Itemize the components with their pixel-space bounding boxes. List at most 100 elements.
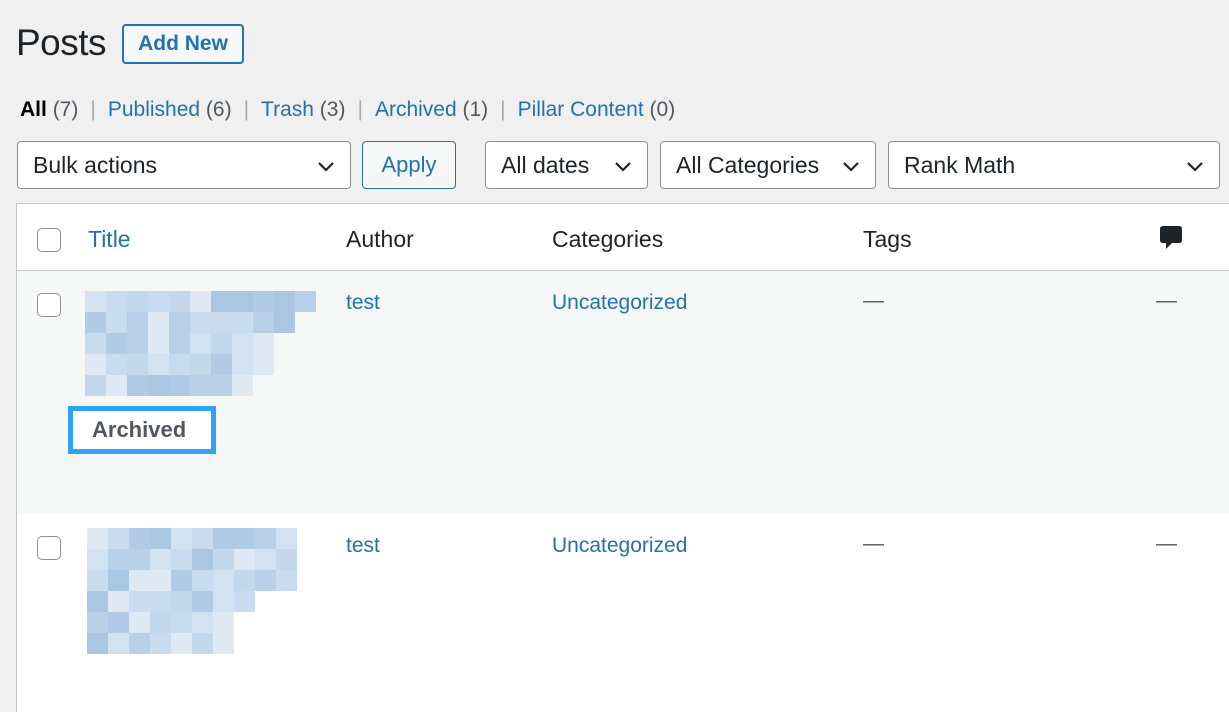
redaction-pixel xyxy=(253,354,274,375)
redaction-pixel xyxy=(129,591,150,612)
view-published-link[interactable]: Published xyxy=(108,98,200,121)
view-all-link[interactable]: All xyxy=(20,98,47,121)
redaction-pixel xyxy=(129,633,150,654)
redaction-pixel xyxy=(192,612,213,633)
chevron-down-icon xyxy=(318,162,334,172)
dates-filter-value: All dates xyxy=(501,151,590,178)
redaction-pixel xyxy=(150,570,171,591)
redaction-pixel xyxy=(171,591,192,612)
comment-bubble-icon[interactable] xyxy=(1159,225,1183,251)
redaction-pixel xyxy=(190,312,211,333)
redaction-pixel xyxy=(87,612,108,633)
chevron-down-icon xyxy=(843,162,859,172)
redaction-pixel xyxy=(108,612,129,633)
bulk-actions-select[interactable]: Bulk actions xyxy=(17,141,351,189)
redaction-pixel xyxy=(171,528,192,549)
categories-filter-select[interactable]: All Categories xyxy=(660,141,876,189)
view-trash-link[interactable]: Trash xyxy=(261,98,314,121)
author-link[interactable]: test xyxy=(346,291,380,315)
redaction-pixel xyxy=(255,591,276,612)
redaction-pixel xyxy=(211,375,232,396)
select-all-checkbox[interactable] xyxy=(37,228,61,252)
redaction-pixel xyxy=(129,549,150,570)
redaction-pixel xyxy=(234,591,255,612)
author-link[interactable]: test xyxy=(346,534,380,558)
column-author: Author xyxy=(346,226,414,252)
redaction-pixel xyxy=(87,549,108,570)
tags-value: — xyxy=(863,289,884,312)
posts-table: Title Author Categories Tags Archived te… xyxy=(16,203,1229,712)
table-row: test Uncategorized — — xyxy=(17,514,1229,712)
redaction-pixel xyxy=(171,633,192,654)
redaction-pixel xyxy=(106,354,127,375)
redaction-pixel xyxy=(211,291,232,312)
redaction-pixel xyxy=(106,291,127,312)
redaction-pixel xyxy=(169,375,190,396)
view-published-count: (6) xyxy=(205,98,232,121)
redaction-pixel xyxy=(127,333,148,354)
redaction-pixel xyxy=(108,633,129,654)
redaction-pixel xyxy=(232,333,253,354)
view-archived-link[interactable]: Archived xyxy=(375,98,457,121)
redacted-post-title xyxy=(85,291,316,417)
redaction-pixel xyxy=(190,333,211,354)
redaction-pixel xyxy=(150,612,171,633)
redaction-pixel xyxy=(87,633,108,654)
redaction-pixel xyxy=(85,375,106,396)
redaction-pixel xyxy=(276,549,297,570)
view-all[interactable]: All (7) xyxy=(20,98,78,122)
redaction-pixel xyxy=(232,291,253,312)
row-checkbox[interactable] xyxy=(37,536,61,560)
view-archived[interactable]: Archived (1) xyxy=(375,98,488,122)
redaction-pixel xyxy=(274,291,295,312)
view-trash[interactable]: Trash (3) xyxy=(261,98,345,122)
redaction-pixel xyxy=(150,591,171,612)
redaction-pixel xyxy=(129,570,150,591)
dates-filter-select[interactable]: All dates xyxy=(485,141,648,189)
redaction-pixel xyxy=(253,291,274,312)
view-published[interactable]: Published (6) xyxy=(108,98,232,122)
redaction-pixel xyxy=(127,375,148,396)
bulk-actions-value: Bulk actions xyxy=(33,151,158,178)
redaction-pixel xyxy=(190,354,211,375)
redaction-pixel xyxy=(253,312,274,333)
seo-filter-select[interactable]: Rank Math xyxy=(888,141,1220,189)
redaction-pixel xyxy=(192,591,213,612)
redaction-pixel xyxy=(85,312,106,333)
redaction-pixel xyxy=(106,312,127,333)
comments-value: — xyxy=(1156,532,1177,555)
redaction-pixel xyxy=(274,354,295,375)
redaction-pixel xyxy=(148,375,169,396)
separator: | xyxy=(90,98,96,121)
redaction-pixel xyxy=(232,375,253,396)
redaction-pixel xyxy=(295,396,316,417)
redaction-pixel xyxy=(213,528,234,549)
redaction-pixel xyxy=(211,333,232,354)
redaction-pixel xyxy=(87,591,108,612)
add-new-button[interactable]: Add New xyxy=(122,24,244,64)
redaction-pixel xyxy=(213,633,234,654)
tags-value: — xyxy=(863,532,884,555)
redaction-pixel xyxy=(255,612,276,633)
redaction-pixel xyxy=(232,396,253,417)
apply-button[interactable]: Apply xyxy=(362,141,456,189)
redaction-pixel xyxy=(276,633,297,654)
redaction-pixel xyxy=(295,375,316,396)
redaction-pixel xyxy=(85,354,106,375)
category-link[interactable]: Uncategorized xyxy=(552,291,687,315)
redaction-pixel xyxy=(108,570,129,591)
redaction-pixel xyxy=(253,396,274,417)
view-pillar-content[interactable]: Pillar Content (0) xyxy=(518,98,676,122)
redaction-pixel xyxy=(150,633,171,654)
category-link[interactable]: Uncategorized xyxy=(552,534,687,558)
view-archived-count: (1) xyxy=(462,98,489,121)
redaction-pixel xyxy=(127,291,148,312)
view-pillar-content-link[interactable]: Pillar Content xyxy=(518,98,644,121)
redaction-pixel xyxy=(129,528,150,549)
redaction-pixel xyxy=(169,354,190,375)
redaction-pixel xyxy=(192,528,213,549)
chevron-down-icon xyxy=(1187,162,1203,172)
redaction-pixel xyxy=(274,312,295,333)
row-checkbox[interactable] xyxy=(37,293,61,317)
column-title[interactable]: Title xyxy=(88,226,131,253)
